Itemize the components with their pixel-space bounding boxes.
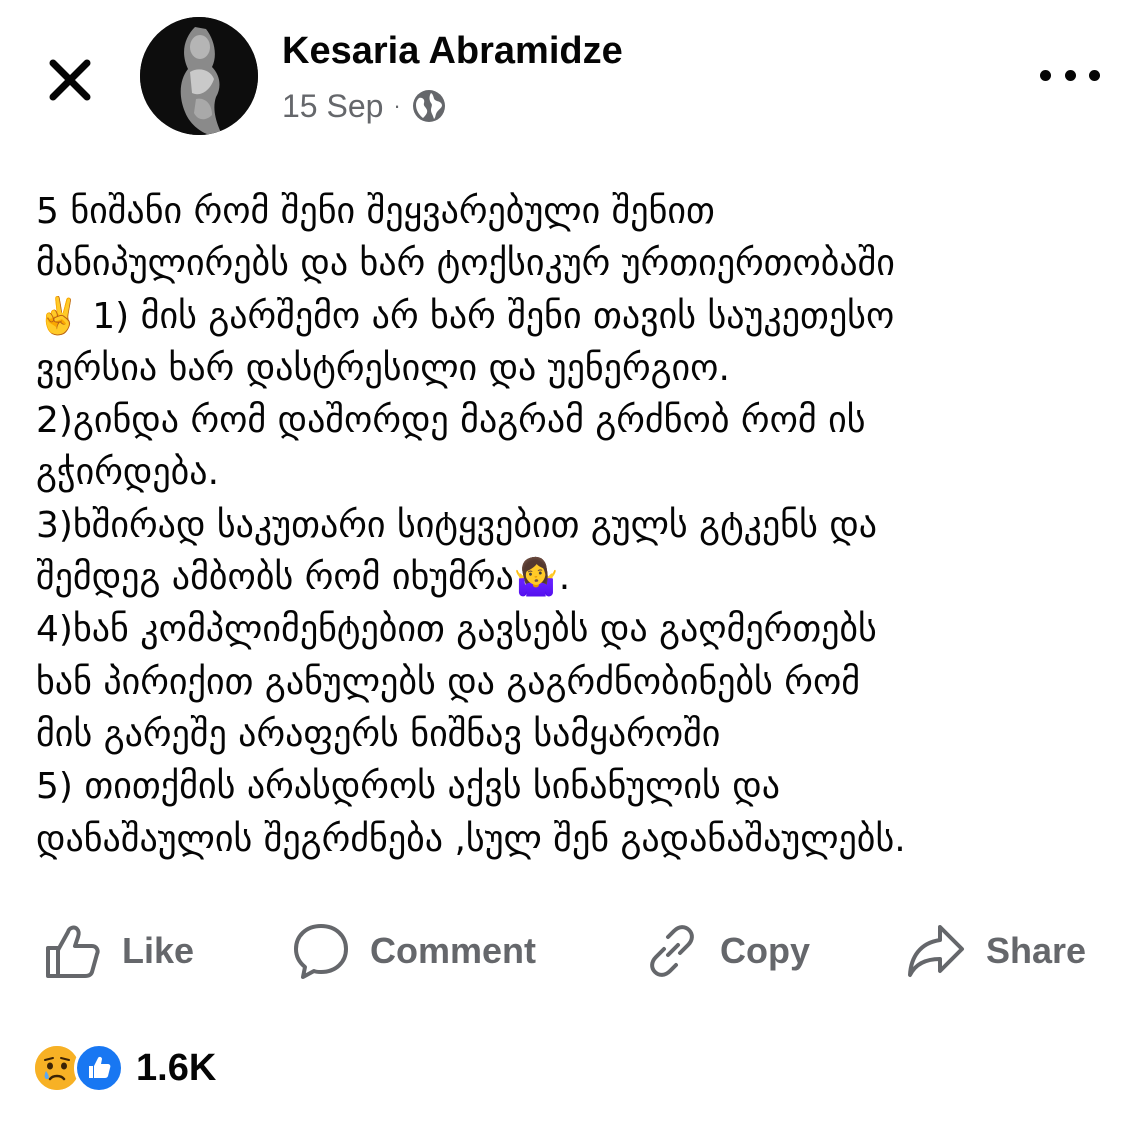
close-icon [49,59,91,101]
post-line: დანაშაულის შეგრძნება ,სულ შენ გადანაშაულ… [36,818,906,860]
thumbs-up-icon [46,925,100,978]
post-text: 5 ნიშანი რომ შენი შეყვარებული შენით მანი… [36,186,1116,866]
more-horizontal-icon-dot [1064,69,1076,81]
like-button[interactable]: Like [44,918,194,984]
more-horizontal-icon-dot [1089,69,1100,81]
post-meta: 15 Sep · [282,84,447,128]
reaction-count: 1.6K [136,1046,217,1089]
link-icon [650,925,694,977]
copy-button[interactable]: Copy [644,918,810,984]
author-name[interactable]: Kesaria Abramidze [282,28,623,74]
like-label: Like [122,930,195,971]
profile-photo-image [140,17,258,135]
post-line: ✌️ 1) მის გარშემო არ ხარ შენი თავის საუკ… [36,295,895,337]
post-line: 5) თითქმის არასდროს აქვს სინანულის და [36,766,781,808]
reaction-summary[interactable]: 1.6K [32,1040,216,1096]
post-line: ხან პირიქით განულებს და გაგრძნობინებს რო… [36,661,861,703]
share-icon [908,925,964,977]
post-line: გჭირდება. [36,452,220,494]
post-line: მანიპულირებს და ხარ ტოქსიკურ ურთიერთობაშ… [36,243,895,285]
post-date[interactable]: 15 Sep [282,88,383,125]
comment-button[interactable]: Comment [292,918,536,984]
comment-icon [294,924,348,979]
copy-label: Copy [720,930,810,971]
globe-icon [412,90,445,122]
post-line: 2)გინდა რომ დაშორდე მაგრამ გრძნობ რომ ის [36,400,866,442]
post-line: 4)ხან კომპლიმენტებით გავსებს და გაღმერთე… [36,609,877,651]
close-button[interactable] [40,50,100,110]
post-line: ვერსია ხარ დასტრესილი და უენერგიო. [36,347,730,389]
comment-label: Comment [370,930,537,971]
like-reaction-icon [74,1043,124,1093]
meta-separator: · [393,93,401,118]
post-line: შემდეგ ამბობს რომ იხუმრა🤷‍♀️. [36,557,571,599]
post-line: 3)ხშირად საკუთარი სიტყვებით გულს გტკენს … [36,504,878,546]
share-label: Share [986,930,1087,971]
avatar[interactable] [140,17,258,135]
post-line: მის გარეშე არაფერს ნიშნავ სამყაროში [36,713,721,755]
more-horizontal-icon [1040,69,1051,81]
share-button[interactable]: Share [906,918,1086,984]
post-line: 5 ნიშანი რომ შენი შეყვარებული შენით [36,191,715,232]
more-options-button[interactable] [1040,55,1100,95]
action-bar: Like Comment Copy Share [44,918,1100,984]
